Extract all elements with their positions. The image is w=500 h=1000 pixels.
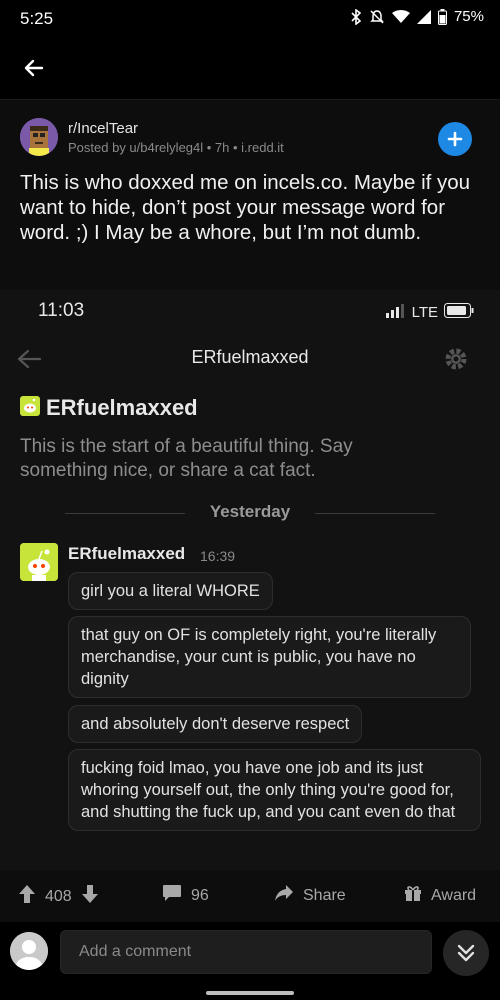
mute-icon	[369, 9, 385, 25]
award-label: Award	[431, 886, 477, 904]
status-bar: 5:25 75%	[0, 0, 500, 36]
battery-percent: 75%	[453, 8, 484, 25]
user-avatar[interactable]	[10, 932, 48, 970]
message-timestamp: 16:39	[200, 548, 236, 564]
downvote-icon[interactable]	[81, 884, 99, 909]
award-button[interactable]: Award	[404, 884, 476, 907]
embedded-battery-icon	[444, 303, 474, 322]
embedded-chat-title: ERfuelmaxxed	[191, 347, 309, 367]
embedded-chat-name: ERfuelmaxxed	[46, 395, 198, 420]
status-time: 5:25	[20, 9, 54, 28]
subreddit-avatar[interactable]	[20, 118, 58, 156]
top-bar	[0, 36, 500, 100]
bluetooth-icon	[350, 8, 362, 25]
post-meta: Posted by u/b4relyleg4l • 7h • i.redd.it	[68, 140, 284, 155]
gear-icon	[442, 345, 470, 378]
double-chevron-down-icon	[457, 944, 475, 962]
post-header: r/IncelTear Posted by u/b4relyleg4l • 7h…	[20, 118, 480, 158]
subreddit-name[interactable]: r/IncelTear	[68, 120, 138, 137]
date-divider-label: Yesterday	[209, 502, 291, 521]
embedded-status-icons: LTE	[385, 303, 474, 322]
embedded-chat-header: ERfuelmaxxed	[20, 395, 198, 421]
gift-icon	[404, 884, 422, 907]
wifi-icon	[391, 9, 410, 24]
embedded-network: LTE	[411, 304, 438, 321]
post-title: This is who doxxed me on incels.co. Mayb…	[20, 171, 471, 244]
upvote-count: 408	[45, 887, 72, 905]
comment-bar	[0, 922, 500, 1000]
vote-group: 408	[18, 884, 99, 909]
embedded-chat-intro: This is the start of a beautiful thing. …	[20, 436, 353, 481]
jump-to-comments-button[interactable]	[443, 930, 489, 976]
battery-icon	[437, 8, 447, 25]
message-bubble: fucking foid lmao, you have one job and …	[68, 749, 481, 831]
upvote-icon[interactable]	[18, 884, 36, 909]
message-bubble: that guy on OF is completely right, you'…	[68, 616, 471, 698]
share-icon	[274, 884, 294, 907]
join-button[interactable]	[438, 122, 472, 156]
home-indicator[interactable]	[206, 991, 294, 995]
post: r/IncelTear Posted by u/b4relyleg4l • 7h…	[0, 100, 500, 870]
signal-bars-icon	[385, 303, 406, 322]
post-image[interactable]: 11:03 LTE ERfuelmaxxed ERfuelmaxxed This…	[0, 290, 500, 870]
plus-icon	[447, 131, 463, 147]
message-sender: ERfuelmaxxed	[68, 544, 186, 563]
arrow-left-icon	[24, 59, 44, 77]
embedded-nav: ERfuelmaxxed	[0, 335, 500, 385]
date-divider: Yesterday	[65, 502, 435, 524]
comment-icon	[162, 884, 182, 907]
comment-count: 96	[191, 886, 209, 904]
status-icons: 75%	[350, 8, 484, 25]
post-action-bar: 408 96 Share Award	[0, 870, 500, 922]
share-button[interactable]: Share	[274, 884, 346, 907]
message-bubble: girl you a literal WHORE	[68, 572, 273, 610]
sender-avatar	[20, 543, 58, 581]
back-button[interactable]	[18, 52, 50, 84]
message-bubble: and absolutely don't deserve respect	[68, 705, 363, 743]
embedded-status-bar: 11:03 LTE	[0, 290, 500, 330]
snoo-icon	[20, 395, 40, 421]
share-label: Share	[303, 886, 346, 904]
comments-button[interactable]: 96	[162, 884, 209, 907]
embedded-time: 11:03	[38, 300, 85, 321]
comment-input[interactable]	[60, 930, 432, 974]
signal-icon	[416, 9, 431, 24]
